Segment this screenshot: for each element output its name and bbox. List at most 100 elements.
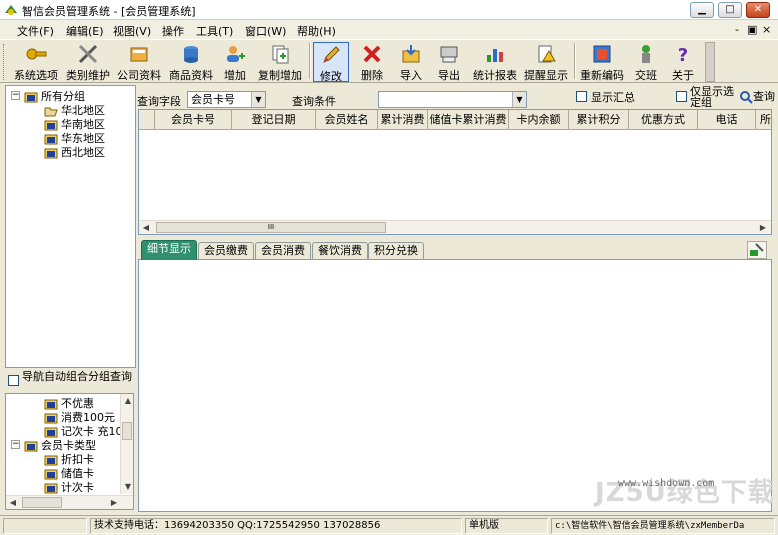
folder-icon xyxy=(24,92,38,103)
shift-icon xyxy=(642,45,650,63)
tab-member-payment[interactable]: 会员缴费 xyxy=(198,242,254,259)
column-header[interactable]: 所 xyxy=(756,110,771,130)
import-button[interactable]: 导入 xyxy=(395,42,427,82)
status-bar: 技术支持电话：13694203350 QQ:1725542950 1370288… xyxy=(0,515,778,535)
grid-horizontal-scrollbar[interactable]: ◀ III ▶ xyxy=(139,220,771,234)
show-summary-label: 显示汇总 xyxy=(591,91,635,104)
group-tree[interactable]: − 所有分组 华北地区 华南地区 华东地区 西北地区 xyxy=(5,85,136,368)
product-info-button[interactable]: 商品资料 xyxy=(166,42,216,82)
scroll-left-icon[interactable]: ◀ xyxy=(6,496,20,509)
collapse-toggle[interactable]: − xyxy=(11,440,20,449)
nav-auto-group-checkbox[interactable]: 导航自动组合分组查询 xyxy=(5,371,136,393)
column-header[interactable]: 储值卡累计消费 xyxy=(428,110,509,130)
close-button[interactable]: ✕ xyxy=(746,2,770,18)
show-selected-only-label: 仅显示选定组 xyxy=(690,85,734,109)
tree-node-card[interactable]: 储值卡 xyxy=(44,465,94,480)
menu-operate[interactable]: 操作 xyxy=(162,23,184,39)
checkbox[interactable] xyxy=(8,375,19,386)
tree-node-card[interactable]: 记次卡 充10 xyxy=(44,423,123,438)
chevron-down-icon[interactable]: ▼ xyxy=(251,92,265,107)
system-options-button[interactable]: 系统选项 xyxy=(10,42,62,82)
query-condition-input[interactable]: ▼ xyxy=(378,91,527,108)
scroll-right-icon[interactable]: ▶ xyxy=(107,496,121,509)
tab-points-exchange[interactable]: 积分兑换 xyxy=(368,242,424,259)
toolbar-grip[interactable] xyxy=(3,44,6,80)
menu-bar: 文件(F) 编辑(E) 视图(V) 操作 工具(T) 窗口(W) 帮助(H) -… xyxy=(0,20,778,39)
menu-edit[interactable]: 编辑(E) xyxy=(66,23,104,39)
reminder-display-button[interactable]: 提醒显示 xyxy=(522,42,570,82)
tab-member-consumption[interactable]: 会员消费 xyxy=(255,242,311,259)
column-header[interactable]: 累计积分 xyxy=(569,110,629,130)
statistics-report-button[interactable]: 统计报表 xyxy=(471,42,519,82)
pencil-icon xyxy=(323,46,340,63)
shift-button[interactable]: 交班 xyxy=(631,42,661,82)
card-type-tree[interactable]: 不优惠 消费100元 记次卡 充10 − 会员卡类型 折扣卡 储值卡 计次卡 ▲… xyxy=(5,393,134,510)
about-button[interactable]: ? 关于 xyxy=(668,42,698,82)
export-icon xyxy=(440,46,458,63)
menu-help[interactable]: 帮助(H) xyxy=(297,23,336,39)
column-header[interactable]: 累计消费 xyxy=(378,110,428,130)
column-header[interactable]: 会员姓名 xyxy=(316,110,378,130)
menu-file[interactable]: 文件(F) xyxy=(17,23,54,39)
scroll-thumb[interactable]: III xyxy=(156,222,386,233)
tree-node-card[interactable]: 折扣卡 xyxy=(44,451,94,466)
add-button[interactable]: 增加 xyxy=(219,42,251,82)
search-icon xyxy=(740,91,753,104)
grid-header: 会员卡号 登记日期 会员姓名 累计消费 储值卡累计消费 卡内余额 累计积分 优惠… xyxy=(139,110,771,130)
toolbar-overflow-button[interactable] xyxy=(705,42,715,82)
mdi-minimize-button[interactable]: - xyxy=(735,23,739,36)
column-header[interactable]: 电话 xyxy=(698,110,756,130)
tab-detail[interactable]: 细节显示 xyxy=(141,240,197,260)
alert-icon xyxy=(538,45,556,63)
folder-icon xyxy=(44,148,58,159)
scroll-up-icon[interactable]: ▲ xyxy=(121,394,133,407)
tab-dining-consumption[interactable]: 餐饮消费 xyxy=(312,242,368,259)
search-button[interactable]: 查询 xyxy=(739,88,778,106)
menu-tools[interactable]: 工具(T) xyxy=(196,23,233,39)
company-info-button[interactable]: 公司资料 xyxy=(115,42,163,82)
scroll-thumb[interactable] xyxy=(122,422,132,440)
mdi-restore-button[interactable]: ▣ xyxy=(747,23,757,36)
tree-node-root[interactable]: 所有分组 xyxy=(24,88,85,103)
query-condition-label: 查询条件 xyxy=(292,95,336,108)
collapse-toggle[interactable]: − xyxy=(11,91,20,100)
copy-add-button[interactable]: 复制增加 xyxy=(255,42,305,82)
minimize-button[interactable]: ▁ xyxy=(690,2,714,18)
mdi-close-button[interactable]: × xyxy=(762,23,771,36)
tree-node-group[interactable]: 华东地区 xyxy=(44,130,105,145)
tree-node-group[interactable]: 华南地区 xyxy=(44,116,105,131)
horizontal-scrollbar[interactable]: ◀ ▶ xyxy=(6,495,133,509)
tree-node-group[interactable]: 西北地区 xyxy=(44,144,105,159)
category-maintain-button[interactable]: 类别维护 xyxy=(64,42,112,82)
scroll-thumb[interactable] xyxy=(22,497,62,508)
scroll-down-icon[interactable]: ▼ xyxy=(121,480,133,493)
show-selected-only-checkbox[interactable] xyxy=(676,91,687,102)
menu-window[interactable]: 窗口(W) xyxy=(245,23,286,39)
query-field-select[interactable]: 会员卡号 ▼ xyxy=(187,91,266,108)
member-grid[interactable]: 会员卡号 登记日期 会员姓名 累计消费 储值卡累计消费 卡内余额 累计积分 优惠… xyxy=(138,109,772,235)
export-button[interactable]: 导出 xyxy=(433,42,465,82)
nav-checkbox-label: 导航自动组合分组查询 xyxy=(22,370,132,383)
tree-node-card[interactable]: 不优惠 xyxy=(44,395,94,410)
edit-button[interactable]: 修改 xyxy=(313,42,349,83)
column-header[interactable]: 登记日期 xyxy=(232,110,316,130)
scroll-right-icon[interactable]: ▶ xyxy=(756,221,770,234)
scroll-left-icon[interactable]: ◀ xyxy=(139,221,153,234)
chevron-down-icon[interactable]: ▼ xyxy=(512,92,526,107)
vertical-scrollbar[interactable]: ▲ ▼ xyxy=(120,394,133,494)
maximize-button[interactable]: □ xyxy=(718,2,742,18)
tree-node-card-type[interactable]: 会员卡类型 xyxy=(24,437,96,452)
column-header[interactable]: 优惠方式 xyxy=(629,110,698,130)
menu-view[interactable]: 视图(V) xyxy=(113,23,151,39)
delete-button[interactable]: 删除 xyxy=(356,42,388,82)
help-icon: ? xyxy=(678,45,688,65)
toolbar-separator xyxy=(574,43,576,79)
column-header[interactable]: 卡内余额 xyxy=(509,110,569,130)
tree-node-card[interactable]: 计次卡 xyxy=(44,479,94,494)
recode-button[interactable]: 重新编码 xyxy=(578,42,626,82)
column-header[interactable]: 会员卡号 xyxy=(155,110,232,130)
tree-node-group[interactable]: 华北地区 xyxy=(44,102,105,117)
tree-node-card[interactable]: 消费100元 xyxy=(44,409,115,424)
tab-tool-button[interactable] xyxy=(747,241,767,259)
show-summary-checkbox[interactable] xyxy=(576,91,587,102)
